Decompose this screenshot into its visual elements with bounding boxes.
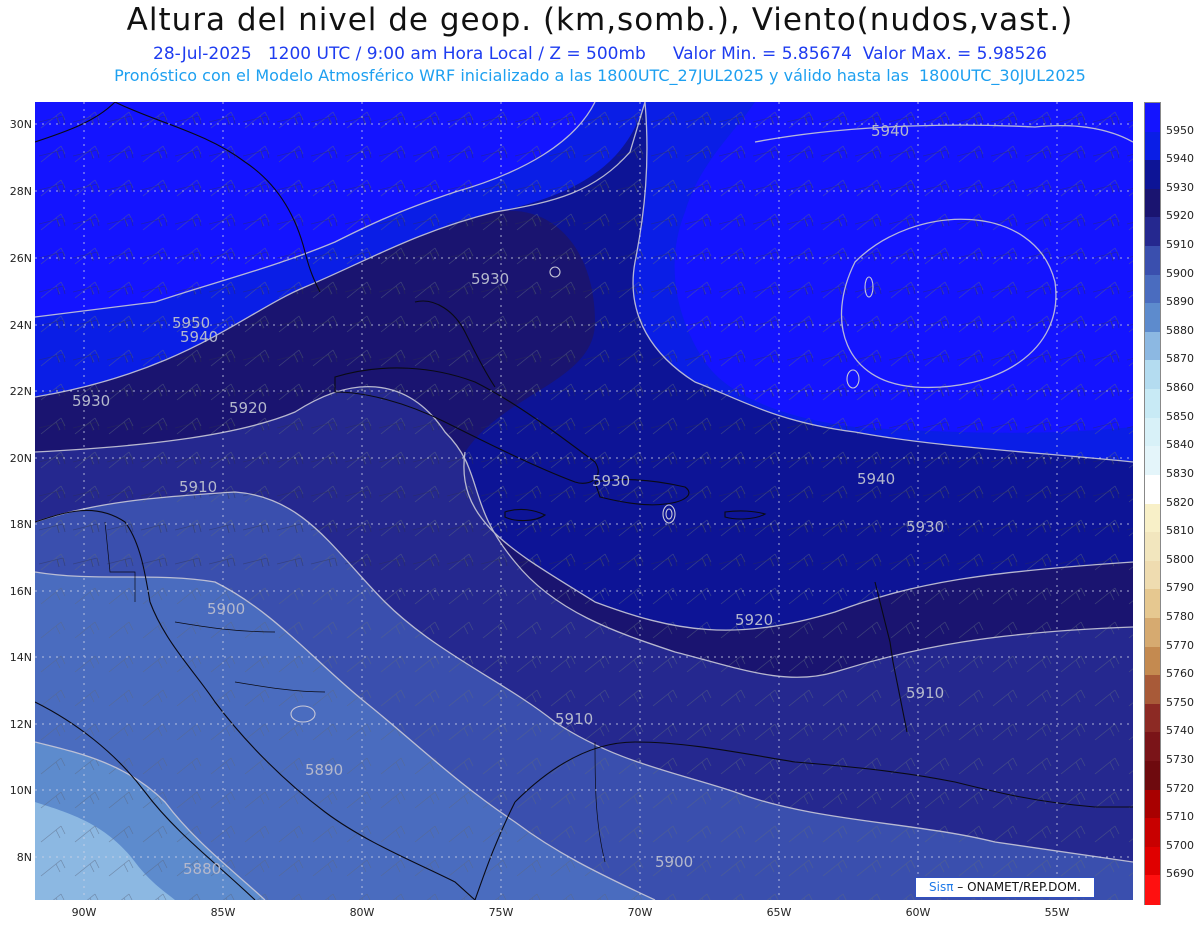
sispi-logo-text: Sisπ [929,880,954,894]
colorbar-swatch [1145,303,1160,333]
lon-label: 85W [210,906,236,919]
credit-box: Sisπ – ONAMET/REP.DOM. [915,877,1095,898]
forecast-map: 5940 5950 5940 5930 5930 5920 5910 5930 … [35,102,1133,900]
colorbar-label: 5710 [1166,810,1194,824]
contour-label-5880-panama: 5880 [183,860,221,878]
colorbar-swatch [1145,446,1160,476]
colorbar-label: 5690 [1166,867,1194,881]
credit-org: – ONAMET/REP.DOM. [957,880,1081,894]
contour-label-5940-w: 5940 [180,328,218,346]
colorbar-swatch [1145,103,1160,133]
contour-label-5930-bahamas: 5930 [471,270,509,288]
colorbar-swatch [1145,589,1160,619]
colorbar-label: 5890 [1166,295,1194,309]
colorbar-swatch [1145,246,1160,276]
colorbar-label: 5700 [1166,838,1194,852]
contour-label-5930-haiti: 5930 [592,472,630,490]
lat-label: 12N [9,718,32,731]
colorbar-swatch [1145,789,1160,819]
lat-label: 20N [9,452,32,465]
contour-label-5940-se: 5940 [857,470,895,488]
colorbar-label: 5780 [1166,609,1194,623]
colorbar-label: 5900 [1166,266,1194,280]
lat-label: 8N [16,851,32,864]
lon-label: 75W [488,906,514,919]
chart-subtitle-run: 28-Jul-2025 1200 UTC / 9:00 am Hora Loca… [153,44,1047,64]
colorbar-swatch [1145,160,1160,190]
lat-label: 16N [9,585,32,598]
colorbar-label: 5930 [1166,180,1194,194]
colorbar-label: 5860 [1166,381,1194,395]
colorbar-swatch [1145,646,1160,676]
lon-label: 55W [1044,906,1070,919]
colorbar-label: 5760 [1166,667,1194,681]
colorbar-swatch [1145,188,1160,219]
colorbar-swatch [1145,131,1160,161]
colorbar-swatch [1145,331,1160,362]
colorbar-label: 5850 [1166,409,1194,423]
colorbar-label: 5820 [1166,495,1194,509]
contour-label-5910-yucatan: 5910 [179,478,217,496]
contour-label-5940-ne: 5940 [871,122,909,140]
colorbar-swatch [1145,532,1160,562]
colorbar-swatch [1145,760,1160,791]
contour-label-5900-honduras: 5900 [207,600,245,618]
height-colorbar [1144,102,1161,905]
contour-label-5920-cuba: 5920 [229,399,267,417]
colorbar-label: 5880 [1166,323,1194,337]
colorbar-label: 5870 [1166,352,1194,366]
colorbar-label: 5830 [1166,466,1194,480]
colorbar-swatch [1145,417,1160,447]
colorbar-label: 5840 [1166,438,1194,452]
contour-label-5910-colombia: 5910 [555,710,593,728]
colorbar-swatch [1145,846,1160,876]
lat-label: 14N [9,651,32,664]
contour-label-5910-e: 5910 [906,684,944,702]
colorbar-label: 5730 [1166,752,1194,766]
colorbar-swatch [1145,274,1160,304]
colorbar-swatch [1145,818,1160,848]
lat-label: 24N [9,319,32,332]
colorbar-label: 5740 [1166,724,1194,738]
colorbar-swatch [1145,732,1160,762]
colorbar-label: 5800 [1166,552,1194,566]
colorbar-label: 5940 [1166,152,1194,166]
colorbar-swatch [1145,703,1160,733]
lon-label: 90W [71,906,97,919]
colorbar-label: 5770 [1166,638,1194,652]
contour-label-5930-w: 5930 [72,392,110,410]
colorbar-label: 5950 [1166,123,1194,137]
chart-title: Altura del nivel de geop. (km,somb.), Vi… [126,2,1074,38]
colorbar-swatch [1145,560,1160,590]
lat-label: 28N [9,185,32,198]
lon-label: 65W [766,906,792,919]
colorbar-swatch [1145,503,1160,533]
lat-label: 10N [9,784,32,797]
contour-label-5890-nicaragua: 5890 [305,761,343,779]
lon-label: 60W [905,906,931,919]
colorbar-swatch [1145,389,1160,419]
colorbar-label: 5810 [1166,524,1194,538]
chart-subtitle-model: Pronóstico con el Modelo Atmosférico WRF… [114,66,1086,85]
lat-label: 22N [9,385,32,398]
colorbar-label: 5910 [1166,238,1194,252]
lon-label: 70W [627,906,653,919]
colorbar-label: 5920 [1166,209,1194,223]
contour-label-5900-venezuela: 5900 [655,853,693,871]
contour-label-5930-e: 5930 [906,518,944,536]
colorbar-swatch [1145,617,1160,648]
colorbar-swatch [1145,875,1160,905]
lon-label: 80W [349,906,375,919]
lat-label: 18N [9,518,32,531]
colorbar-label: 5750 [1166,695,1194,709]
contour-label-5920-caribbean: 5920 [735,611,773,629]
lat-label: 26N [9,252,32,265]
colorbar-swatch [1145,217,1160,247]
colorbar-swatch [1145,675,1160,705]
colorbar-label: 5790 [1166,581,1194,595]
colorbar-swatch [1145,474,1160,505]
colorbar-label: 5720 [1166,781,1194,795]
lat-label: 30N [9,118,32,131]
colorbar-swatch [1145,360,1160,390]
